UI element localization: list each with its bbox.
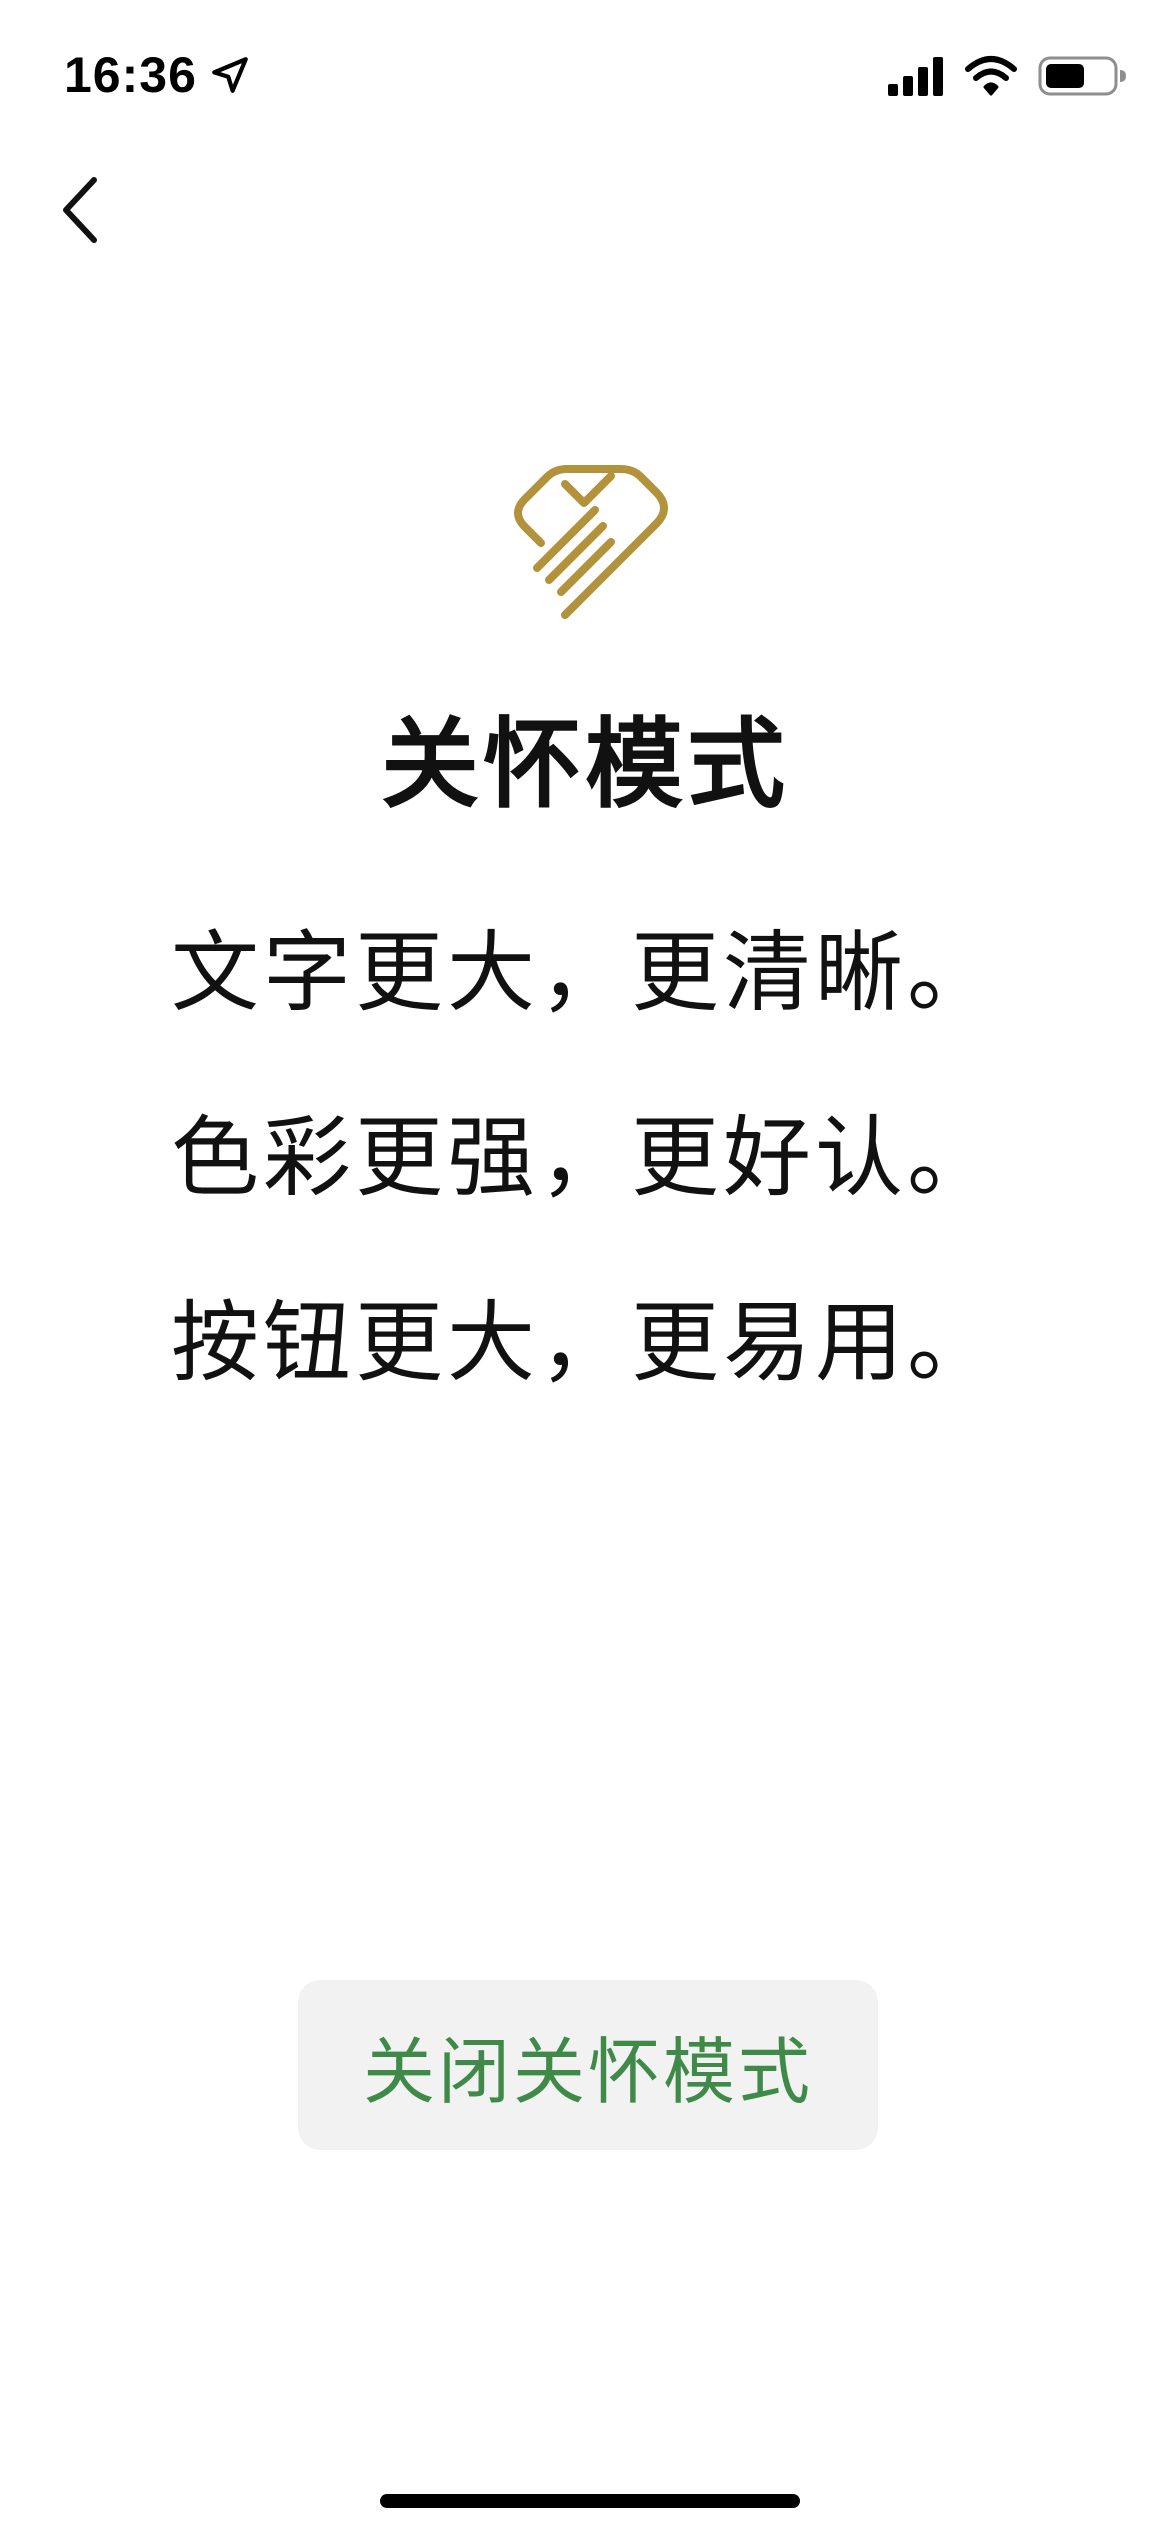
status-indicators: [888, 46, 1128, 106]
chevron-left-icon: [63, 177, 97, 243]
location-arrow-icon: [212, 57, 248, 93]
status-bar: 16:36: [0, 0, 1170, 150]
wifi-icon: [965, 56, 1017, 96]
feature-item-color: 色彩更强，更好认。: [170, 1106, 999, 1209]
home-indicator[interactable]: [380, 2494, 800, 2508]
feature-list: 文字更大，更清晰。 色彩更强，更好认。 按钮更大，更易用。: [0, 880, 1170, 1435]
page-title: 关怀模式: [380, 708, 789, 822]
cellular-signal-icon: [888, 57, 943, 96]
status-time-text: 16:36: [64, 47, 197, 103]
care-heart-hand-icon: [514, 465, 668, 619]
back-button[interactable]: [30, 160, 130, 260]
close-care-mode-button[interactable]: 关闭关怀模式: [298, 1980, 878, 2150]
feature-item-text-size: 文字更大，更清晰。: [170, 921, 999, 1024]
battery-icon: [1038, 56, 1126, 96]
status-time: 16:36: [64, 40, 251, 110]
feature-item-buttons: 按钮更大，更易用。: [170, 1291, 999, 1394]
